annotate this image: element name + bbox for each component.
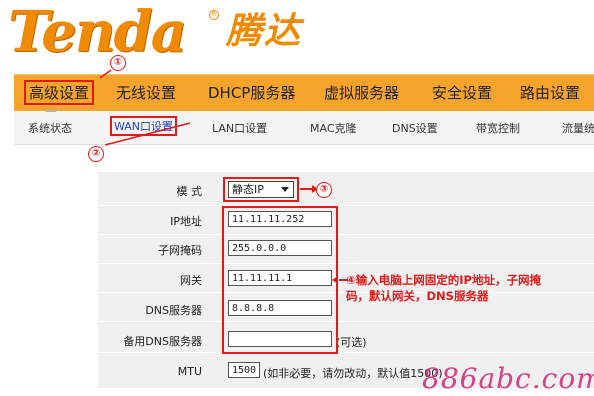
step-2-marker: ② <box>88 146 104 162</box>
arrow-4-head <box>332 276 338 284</box>
arrow-1-line <box>99 69 112 79</box>
step-3-marker: ③ <box>316 182 332 198</box>
annotation-arrows <box>99 69 348 284</box>
step-4-note: ④输入电脑上网固定的IP地址，子网掩码，默认网关，DNS服务器 <box>346 273 541 303</box>
watermark: 886abc.com <box>422 362 594 395</box>
step-1-marker: ① <box>110 55 126 71</box>
arrow-2-line <box>104 122 191 146</box>
